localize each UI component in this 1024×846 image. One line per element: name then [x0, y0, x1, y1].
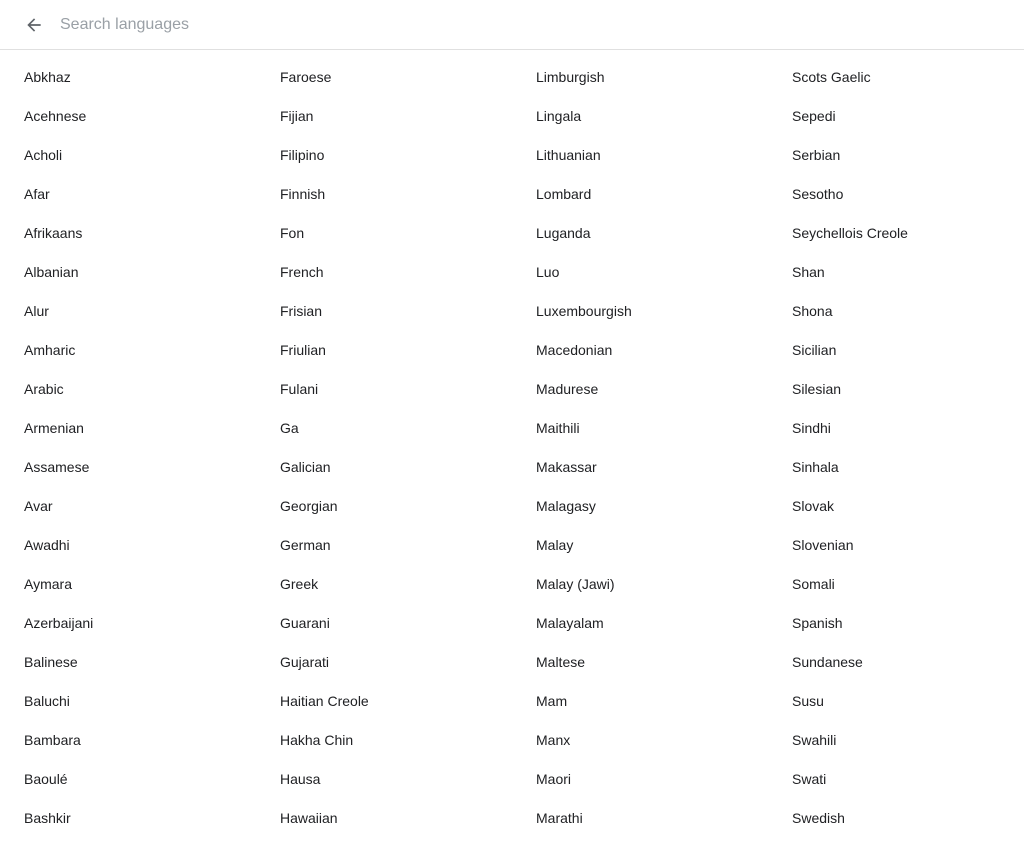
language-item[interactable]: Lingala [512, 97, 768, 136]
language-item[interactable]: Friulian [256, 331, 512, 370]
language-item[interactable]: Shona [768, 292, 1024, 331]
language-item[interactable]: Lombard [512, 175, 768, 214]
language-item[interactable]: Lithuanian [512, 136, 768, 175]
language-item[interactable]: Baluchi [0, 682, 256, 721]
language-item[interactable]: Fulani [256, 370, 512, 409]
language-item[interactable]: Somali [768, 565, 1024, 604]
language-item[interactable]: Marathi [512, 799, 768, 838]
language-item[interactable]: Luxembourgish [512, 292, 768, 331]
language-item[interactable]: Alur [0, 292, 256, 331]
language-item[interactable]: Albanian [0, 253, 256, 292]
back-button[interactable] [16, 7, 52, 43]
language-item[interactable]: German [256, 526, 512, 565]
language-item[interactable]: Sepedi [768, 97, 1024, 136]
language-item[interactable]: Shan [768, 253, 1024, 292]
language-item[interactable]: Sindhi [768, 409, 1024, 448]
language-item[interactable]: Avar [0, 487, 256, 526]
language-item[interactable]: Slovenian [768, 526, 1024, 565]
language-item[interactable]: Maori [512, 760, 768, 799]
language-item[interactable]: Aymara [0, 565, 256, 604]
language-item[interactable]: Fijian [256, 97, 512, 136]
language-item[interactable]: Sundanese [768, 643, 1024, 682]
language-item[interactable]: Assamese [0, 448, 256, 487]
language-item[interactable]: Bambara [0, 721, 256, 760]
language-item[interactable]: Azerbaijani [0, 604, 256, 643]
language-item[interactable]: Fon [256, 214, 512, 253]
language-item[interactable]: Madurese [512, 370, 768, 409]
language-item[interactable]: Bashkir [0, 799, 256, 838]
language-item[interactable]: Afar [0, 175, 256, 214]
language-item[interactable]: Susu [768, 682, 1024, 721]
language-item[interactable]: Hausa [256, 760, 512, 799]
language-item[interactable]: Finnish [256, 175, 512, 214]
language-item[interactable]: Sesotho [768, 175, 1024, 214]
language-item[interactable]: French [256, 253, 512, 292]
language-item[interactable]: Serbian [768, 136, 1024, 175]
language-item[interactable]: Mam [512, 682, 768, 721]
language-item[interactable]: Swahili [768, 721, 1024, 760]
language-item[interactable]: Acholi [0, 136, 256, 175]
language-item[interactable]: Luganda [512, 214, 768, 253]
language-item[interactable]: Spanish [768, 604, 1024, 643]
language-item[interactable]: Balinese [0, 643, 256, 682]
language-item[interactable]: Malayalam [512, 604, 768, 643]
language-item[interactable]: Awadhi [0, 526, 256, 565]
language-item[interactable]: Frisian [256, 292, 512, 331]
language-item[interactable]: Maithili [512, 409, 768, 448]
language-item[interactable]: Makassar [512, 448, 768, 487]
language-item[interactable]: Scots Gaelic [768, 58, 1024, 97]
language-item[interactable]: Armenian [0, 409, 256, 448]
language-item[interactable]: Abkhaz [0, 58, 256, 97]
search-input[interactable] [60, 16, 1008, 34]
language-item[interactable]: Silesian [768, 370, 1024, 409]
language-item[interactable]: Amharic [0, 331, 256, 370]
language-item[interactable]: Filipino [256, 136, 512, 175]
language-item[interactable]: Luo [512, 253, 768, 292]
language-item[interactable]: Malay (Jawi) [512, 565, 768, 604]
language-item[interactable]: Ga [256, 409, 512, 448]
language-item[interactable]: Swedish [768, 799, 1024, 838]
language-item[interactable]: Galician [256, 448, 512, 487]
language-item[interactable]: Hakha Chin [256, 721, 512, 760]
language-item[interactable]: Gujarati [256, 643, 512, 682]
language-item[interactable]: Guarani [256, 604, 512, 643]
language-item[interactable]: Slovak [768, 487, 1024, 526]
language-item[interactable]: Afrikaans [0, 214, 256, 253]
header [0, 0, 1024, 50]
language-item[interactable]: Manx [512, 721, 768, 760]
language-item[interactable]: Malay [512, 526, 768, 565]
language-item[interactable]: Macedonian [512, 331, 768, 370]
language-item[interactable]: Arabic [0, 370, 256, 409]
language-item[interactable]: Limburgish [512, 58, 768, 97]
language-item[interactable]: Swati [768, 760, 1024, 799]
language-item[interactable]: Hawaiian [256, 799, 512, 838]
back-arrow-icon [24, 15, 44, 35]
language-item[interactable]: Malagasy [512, 487, 768, 526]
language-item[interactable]: Sicilian [768, 331, 1024, 370]
language-item[interactable]: Acehnese [0, 97, 256, 136]
language-grid: AbkhazFaroeseLimburgishScots Gaelic Acehn… [0, 50, 1024, 846]
language-item[interactable]: Faroese [256, 58, 512, 97]
language-item[interactable]: Georgian [256, 487, 512, 526]
language-item[interactable]: Sinhala [768, 448, 1024, 487]
language-item[interactable]: Greek [256, 565, 512, 604]
language-item[interactable]: Seychellois Creole [768, 214, 1024, 253]
language-item[interactable]: Baoulé [0, 760, 256, 799]
language-item[interactable]: Haitian Creole [256, 682, 512, 721]
language-item[interactable]: Maltese [512, 643, 768, 682]
